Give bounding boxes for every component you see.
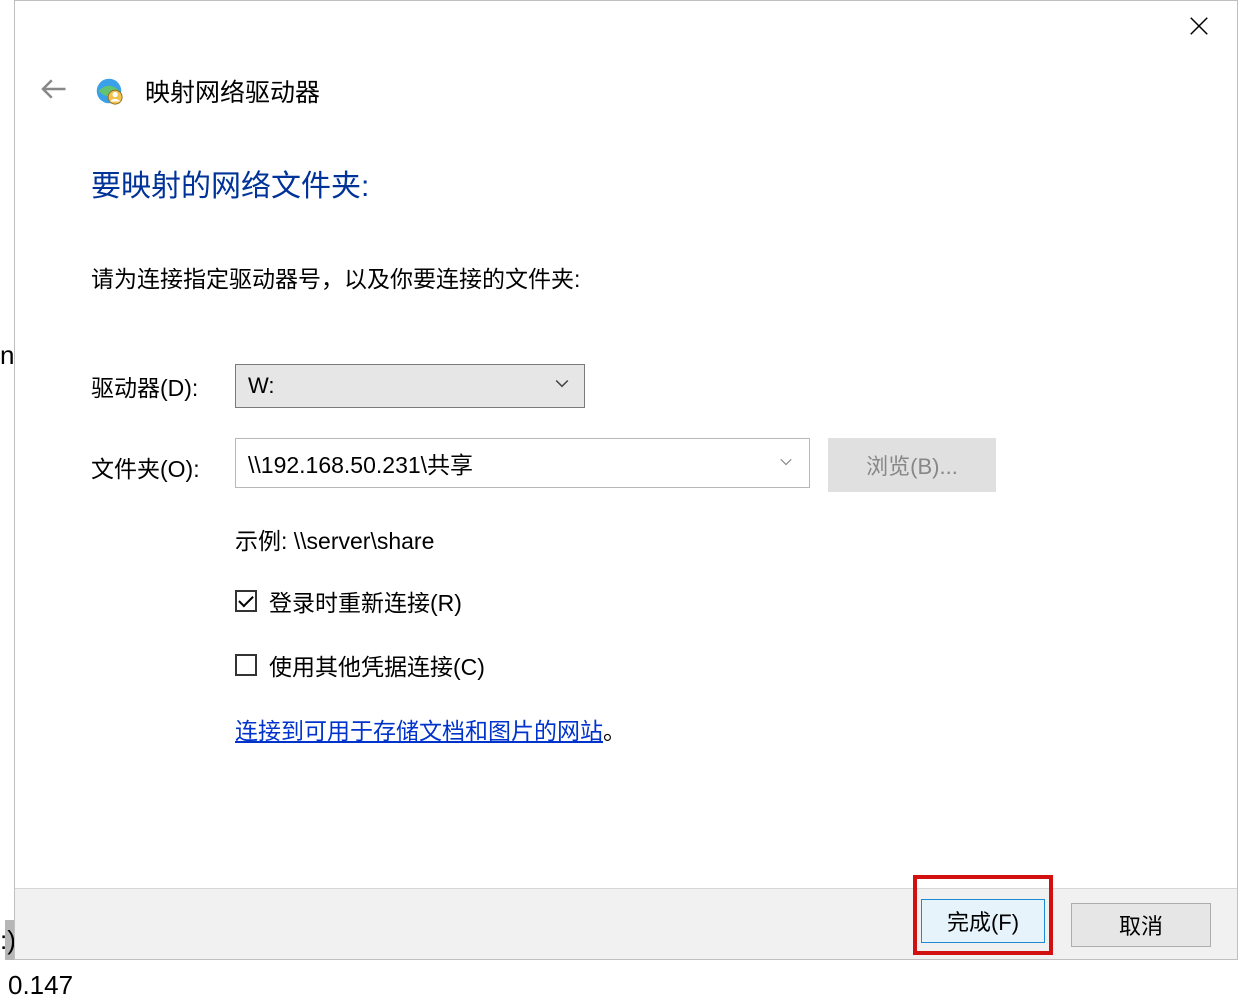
drive-select-value: W: bbox=[248, 373, 274, 399]
finish-button-label: 完成(F) bbox=[947, 905, 1019, 937]
reconnect-checkbox-label: 登录时重新连接(R) bbox=[269, 584, 462, 618]
dialog-header: 映射网络驱动器 bbox=[33, 71, 320, 111]
connect-website-line: 连接到可用于存储文档和图片的网站。 bbox=[235, 712, 1061, 746]
connect-website-link[interactable]: 连接到可用于存储文档和图片的网站 bbox=[235, 718, 603, 744]
cancel-button[interactable]: 取消 bbox=[1071, 903, 1211, 947]
folder-label: 文件夹(O): bbox=[91, 438, 235, 484]
drive-label: 驱动器(D): bbox=[91, 369, 235, 403]
drive-select[interactable]: W: bbox=[235, 364, 585, 408]
dialog-title: 映射网络驱动器 bbox=[145, 73, 320, 109]
chevron-down-icon bbox=[777, 450, 795, 477]
reconnect-checkbox-row: 登录时重新连接(R) bbox=[235, 584, 1061, 618]
back-arrow-icon bbox=[38, 74, 68, 109]
cancel-button-label: 取消 bbox=[1119, 909, 1163, 941]
example-text: 示例: \\server\share bbox=[235, 522, 1061, 556]
folder-row: 文件夹(O): \\192.168.50.231\共享 浏览(B)... bbox=[91, 438, 1061, 492]
browse-button: 浏览(B)... bbox=[828, 438, 996, 492]
browse-button-label: 浏览(B)... bbox=[866, 449, 958, 481]
finish-highlight-box: 完成(F) bbox=[913, 875, 1053, 955]
folder-combobox[interactable]: \\192.168.50.231\共享 bbox=[235, 438, 810, 488]
drive-row: 驱动器(D): W: bbox=[91, 364, 1061, 408]
background-text-num: 0.147 bbox=[8, 970, 73, 1001]
other-credentials-checkbox[interactable] bbox=[235, 654, 257, 676]
back-button[interactable] bbox=[33, 71, 73, 111]
instruction-text: 请为连接指定驱动器号，以及你要连接的文件夹: bbox=[91, 260, 1061, 294]
close-button[interactable] bbox=[1175, 7, 1223, 49]
link-period: 。 bbox=[603, 718, 626, 744]
network-drive-icon bbox=[95, 77, 123, 105]
headline: 要映射的网络文件夹: bbox=[91, 161, 1061, 205]
chevron-down-icon bbox=[552, 373, 572, 399]
map-network-drive-dialog: 映射网络驱动器 要映射的网络文件夹: 请为连接指定驱动器号，以及你要连接的文件夹… bbox=[14, 0, 1238, 960]
reconnect-checkbox[interactable] bbox=[235, 590, 257, 612]
other-credentials-checkbox-label: 使用其他凭据连接(C) bbox=[269, 648, 485, 682]
dialog-footer: 完成(F) 取消 bbox=[15, 888, 1237, 959]
dialog-titlebar bbox=[15, 1, 1237, 56]
other-credentials-checkbox-row: 使用其他凭据连接(C) bbox=[235, 648, 1061, 682]
finish-button[interactable]: 完成(F) bbox=[921, 899, 1045, 943]
dialog-content: 要映射的网络文件夹: 请为连接指定驱动器号，以及你要连接的文件夹: 驱动器(D)… bbox=[91, 161, 1061, 746]
folder-combobox-value: \\192.168.50.231\共享 bbox=[248, 446, 473, 480]
close-icon bbox=[1188, 13, 1210, 44]
